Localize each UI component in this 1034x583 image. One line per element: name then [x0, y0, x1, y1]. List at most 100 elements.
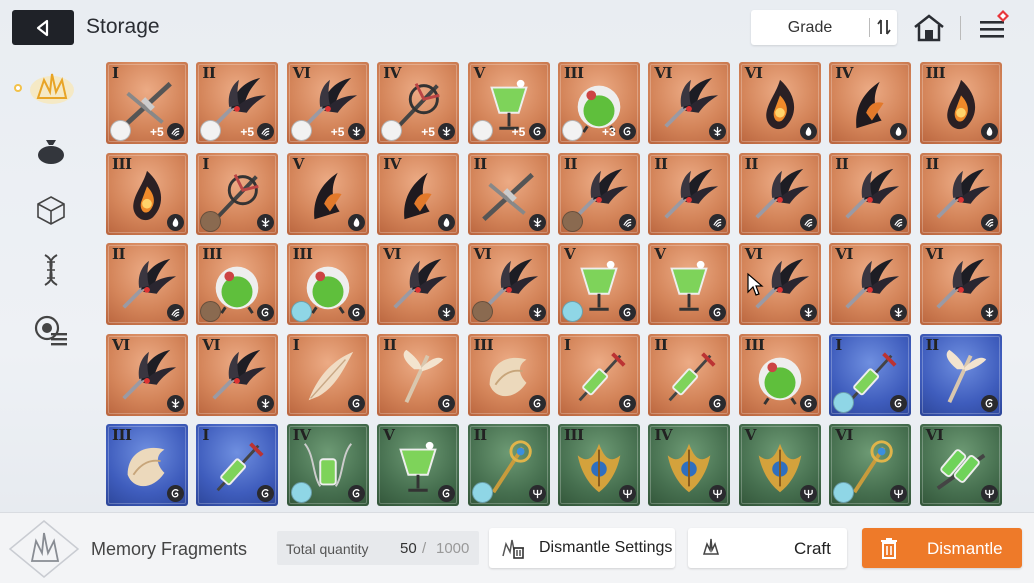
equipped-character-avatar — [290, 301, 312, 322]
memory-fragment-slot[interactable]: III — [558, 424, 640, 506]
grade-sort-button[interactable]: Grade — [751, 10, 897, 45]
sidebar-item-boxes[interactable] — [26, 188, 76, 232]
memory-fragment-slot[interactable]: II — [648, 333, 731, 416]
trident-element-icon — [528, 485, 546, 502]
grade-numeral: V — [564, 245, 576, 263]
memory-fragment-slot[interactable]: I — [196, 152, 279, 235]
menu-icon[interactable] — [975, 8, 1013, 46]
memory-fragment-slot[interactable]: VI — [829, 243, 912, 325]
wind-element-icon — [167, 123, 184, 140]
memory-fragment-slot[interactable]: IV +5 — [377, 62, 460, 144]
enhance-level: +5 — [511, 125, 526, 139]
grade-numeral: VI — [112, 335, 130, 354]
sort-order-icon[interactable] — [873, 16, 895, 38]
grade-numeral: I — [202, 154, 209, 173]
memory-fragment-slot[interactable]: V — [738, 424, 821, 506]
enhance-level: +5 — [240, 125, 255, 139]
memory-fragment-slot[interactable]: II — [467, 424, 550, 506]
home-icon[interactable] — [912, 12, 946, 44]
memory-fragment-slot[interactable]: I — [558, 333, 640, 416]
memory-fragment-slot[interactable]: VI — [106, 333, 188, 416]
memory-fragment-slot[interactable]: VI — [829, 424, 912, 506]
memory-fragment-slot[interactable]: II — [377, 333, 460, 416]
memory-fragment-slot[interactable]: V +5 — [467, 62, 550, 144]
grade-numeral: II — [383, 335, 397, 354]
memory-fragment-slot[interactable]: IV — [829, 62, 912, 144]
blade-element-icon — [257, 394, 275, 412]
grade-numeral: VI — [744, 64, 763, 82]
memory-fragment-slot[interactable]: II — [558, 152, 640, 235]
memory-fragment-slot[interactable]: IV — [377, 152, 460, 235]
memory-fragment-slot[interactable]: II +5 — [196, 62, 279, 144]
grade-numeral: II — [473, 154, 488, 173]
memory-fragment-slot[interactable]: III — [919, 62, 1002, 144]
dismantle-button[interactable]: Dismantle — [862, 528, 1022, 568]
sidebar-item-memory-fragments[interactable] — [14, 66, 84, 110]
equipped-character-avatar — [562, 210, 583, 232]
back-button[interactable] — [12, 10, 74, 45]
memory-fragment-slot[interactable]: VI — [467, 243, 550, 325]
dismantle-label: Dismantle — [927, 539, 1003, 558]
memory-fragment-slot[interactable]: VI — [377, 243, 460, 325]
grade-numeral: V — [473, 64, 486, 82]
memory-fragment-slot[interactable]: V — [558, 243, 640, 325]
memory-fragment-slot[interactable]: IV — [286, 424, 369, 506]
memory-fragment-slot[interactable]: I — [829, 333, 912, 416]
memory-fragment-slot[interactable]: III — [106, 424, 188, 506]
memory-fragment-slot[interactable]: III — [738, 333, 821, 416]
memory-fragment-slot[interactable]: VI — [648, 62, 731, 144]
memory-fragment-slot[interactable]: III — [467, 333, 550, 416]
memory-fragment-slot[interactable]: II — [919, 152, 1002, 235]
equipped-character-avatar — [290, 482, 312, 503]
memory-fragment-slot[interactable]: II — [738, 152, 821, 235]
swirl-element-icon — [347, 485, 365, 502]
wind-element-icon — [980, 213, 998, 231]
memory-fragment-slot[interactable]: II — [829, 152, 912, 235]
grade-numeral: III — [925, 64, 946, 82]
memory-fragment-slot[interactable]: V — [377, 424, 460, 506]
grade-numeral: IV — [654, 426, 673, 444]
total-quantity-label: Total quantity — [286, 541, 369, 557]
sidebar-item-others[interactable] — [26, 308, 76, 352]
memory-fragment-slot[interactable]: VI — [196, 333, 279, 416]
memory-fragment-slot[interactable]: I — [196, 424, 279, 506]
wind-element-icon — [799, 213, 817, 231]
sidebar-item-materials[interactable] — [26, 128, 76, 172]
memory-fragment-slot[interactable]: VI — [738, 62, 821, 144]
memory-fragment-slot[interactable]: II — [467, 152, 550, 235]
memory-fragment-slot[interactable]: V — [286, 152, 369, 235]
enhance-level: +3 — [602, 125, 616, 139]
total-quantity-box: Total quantity 50 / 1000 — [277, 531, 479, 565]
memory-fragment-slot[interactable]: VI +5 — [286, 62, 369, 144]
grade-numeral: VI — [292, 64, 311, 82]
grade-numeral: II — [564, 154, 578, 173]
equipped-character-avatar — [110, 120, 131, 141]
memory-fragment-slot[interactable]: II — [106, 243, 188, 325]
memory-fragment-slot[interactable]: III — [106, 152, 188, 235]
grade-numeral: VI — [383, 245, 401, 263]
memory-fragment-slot[interactable]: I — [286, 333, 369, 416]
memory-fragment-slot[interactable]: III +3 — [558, 62, 640, 144]
memory-fragment-slot[interactable]: III — [196, 243, 279, 325]
memory-fragment-slot[interactable]: II — [648, 152, 731, 235]
memory-fragment-slot[interactable]: VI — [919, 243, 1002, 325]
grade-numeral: I — [292, 335, 300, 354]
crystal-icon — [14, 73, 74, 104]
bag-icon — [38, 140, 64, 164]
memory-fragment-slot[interactable]: IV — [648, 424, 731, 506]
dismantle-settings-button[interactable]: Dismantle Settings — [489, 528, 675, 568]
grade-numeral: IV — [383, 64, 401, 82]
sidebar-item-genes[interactable] — [26, 248, 76, 292]
wind-element-icon — [167, 304, 184, 321]
memory-fragment-slot[interactable]: I +5 — [106, 62, 188, 144]
back-arrow-icon — [36, 19, 49, 36]
memory-fragment-slot[interactable]: V — [648, 243, 731, 325]
memory-fragment-slot[interactable]: III — [286, 243, 369, 325]
swirl-element-icon — [167, 485, 184, 502]
craft-button[interactable]: Craft — [688, 528, 847, 568]
memory-fragment-slot[interactable]: VI — [919, 424, 1002, 506]
memory-fragment-slot[interactable]: II — [919, 333, 1002, 416]
grade-numeral: I — [564, 335, 571, 354]
grade-numeral: V — [654, 245, 666, 263]
swirl-element-icon — [619, 304, 636, 321]
